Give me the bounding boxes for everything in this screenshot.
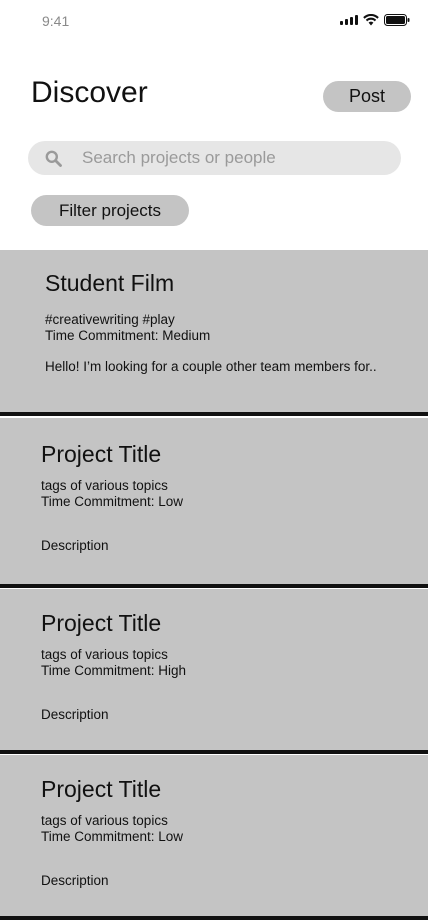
card-divider [0,750,428,754]
battery-icon [384,14,410,26]
project-title: Student Film [45,270,175,296]
project-time-commitment: Time Commitment: Low [41,829,184,844]
project-card[interactable]: Project Title tags of various topics Tim… [0,589,428,750]
project-description: Hello! I’m looking for a couple other te… [45,359,377,374]
project-tags: #creativewriting #play [45,312,175,327]
project-card[interactable]: Project Title tags of various topics Tim… [0,755,428,916]
project-tags: tags of various topics [41,813,168,828]
search-bar[interactable] [28,141,401,175]
project-time-commitment: Time Commitment: Medium [45,328,211,343]
status-time: 9:41 [42,13,70,29]
project-title: Project Title [41,610,162,636]
project-time-commitment: Time Commitment: Low [41,494,184,509]
post-button[interactable]: Post [323,81,411,112]
project-title: Project Title [41,441,162,467]
project-description: Description [41,873,109,888]
wifi-icon [363,14,379,26]
status-icons [340,14,410,26]
filter-projects-button[interactable]: Filter projects [31,195,189,226]
project-tags: tags of various topics [41,478,168,493]
project-card[interactable]: Student Film #creativewriting #play Time… [0,250,428,412]
project-card[interactable]: Project Title tags of various topics Tim… [0,418,428,584]
project-title: Project Title [41,776,162,802]
project-tags: tags of various topics [41,647,168,662]
project-description: Description [41,707,109,722]
project-time-commitment: Time Commitment: High [41,663,187,678]
card-divider [0,412,428,416]
card-divider [0,916,428,920]
search-input[interactable] [82,141,392,175]
search-icon [45,150,62,167]
page-title: Discover [31,76,148,109]
project-description: Description [41,538,109,553]
signal-icon [340,15,358,25]
card-divider [0,584,428,588]
